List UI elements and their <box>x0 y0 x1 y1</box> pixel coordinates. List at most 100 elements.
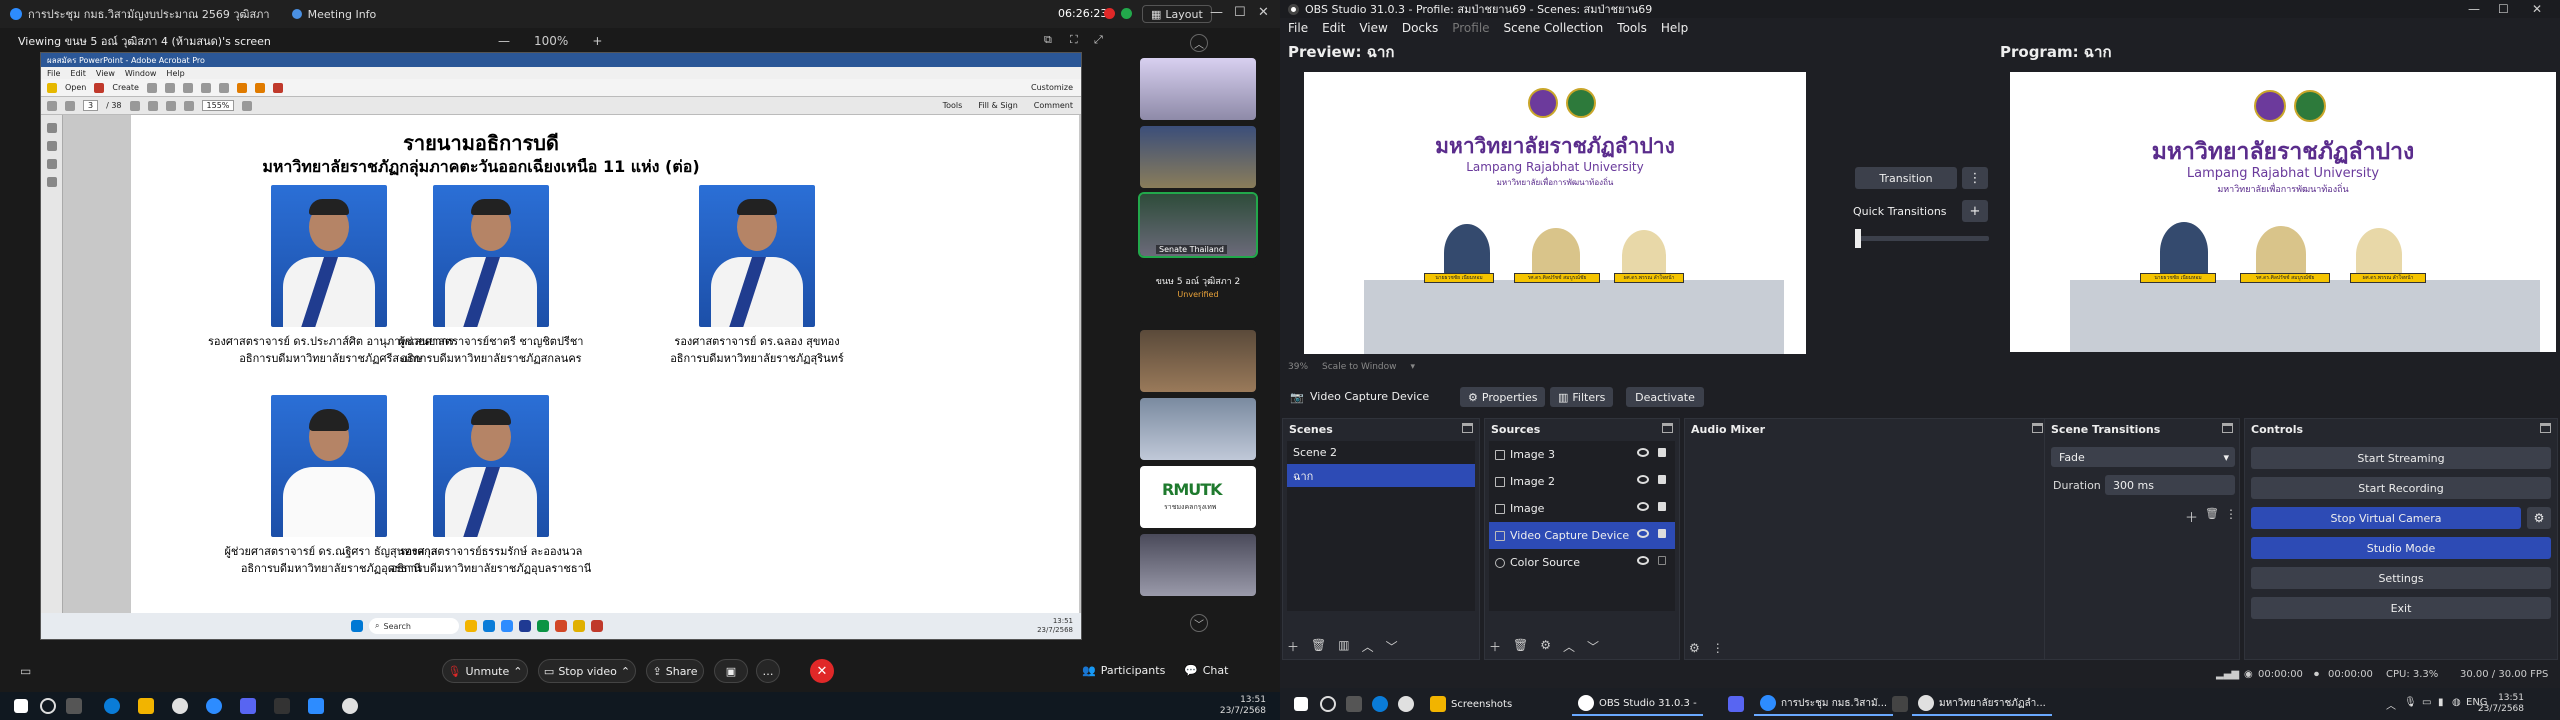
chat-button[interactable]: 💬 Chat <box>1184 664 1228 677</box>
zoom-level[interactable]: 100% <box>534 34 568 48</box>
add-icon[interactable]: ＋ <box>1489 638 1501 655</box>
transition-menu-button[interactable]: ⋮ <box>1962 167 1988 189</box>
chevron-down-icon[interactable]: ▾ <box>1410 362 1415 372</box>
close-icon[interactable]: ✕ <box>1258 5 1269 20</box>
minimize-icon[interactable]: — <box>1210 5 1223 20</box>
battery-icon[interactable]: ▮ <box>2438 697 2444 708</box>
scale-mode-select[interactable]: Scale to Window <box>1322 362 1396 372</box>
chrome-icon[interactable] <box>1398 696 1414 712</box>
video-tile[interactable] <box>1140 398 1256 460</box>
chrome-icon[interactable] <box>172 698 188 714</box>
acrobat-customize-button[interactable]: Customize <box>1031 83 1073 92</box>
apps-button[interactable]: ▣ <box>714 659 748 683</box>
video-tile[interactable] <box>1140 126 1256 188</box>
duration-input[interactable]: 300 ms <box>2105 475 2235 495</box>
task-view-icon[interactable] <box>66 698 82 714</box>
start-streaming-button[interactable]: Start Streaming <box>2251 447 2551 469</box>
recording-icon[interactable] <box>1104 8 1115 19</box>
app-icon[interactable] <box>274 698 290 714</box>
gear-icon[interactable] <box>218 82 229 93</box>
acrobat-comment-tab[interactable]: Comment <box>1034 101 1073 110</box>
zoom-in-button[interactable]: + <box>592 34 602 48</box>
video-tile[interactable] <box>1140 58 1256 120</box>
chat-bubble-icon[interactable]: ▭ <box>20 664 31 678</box>
source-item[interactable]: Image 3 <box>1489 441 1675 468</box>
email-icon[interactable] <box>182 82 193 93</box>
transition-slider-handle[interactable] <box>1855 229 1861 248</box>
acrobat-menu-window[interactable]: Window <box>125 69 157 78</box>
acrobat-create-button[interactable]: Create <box>112 83 139 92</box>
camera-tray-icon[interactable]: ▭ <box>2422 697 2431 708</box>
edit-icon[interactable] <box>200 82 211 93</box>
leave-button[interactable]: ✕ <box>810 659 834 683</box>
maximize-icon[interactable]: ☐ <box>1234 5 1246 20</box>
layout-button[interactable]: ▦ Layout <box>1142 5 1212 23</box>
filters-button[interactable]: ▥ Filters <box>1550 387 1614 407</box>
taskbar-screenshots[interactable]: Screenshots <box>1424 692 1518 716</box>
transition-type-select[interactable]: Fade ▾ <box>2051 447 2235 467</box>
more-vertical-icon[interactable]: ⋮ <box>2225 507 2237 521</box>
studio-mode-button[interactable]: Studio Mode <box>2251 537 2551 559</box>
lock-icon[interactable] <box>1658 475 1666 484</box>
menu-edit[interactable]: Edit <box>1322 21 1345 35</box>
menu-file[interactable]: File <box>1288 21 1308 35</box>
source-item-selected[interactable]: Video Capture Device <box>1489 522 1675 549</box>
participants-button[interactable]: 👥 Participants <box>1082 664 1165 677</box>
stamp-icon[interactable] <box>254 82 265 93</box>
chevron-down-icon[interactable]: ﹀ <box>1386 638 1398 655</box>
print-icon[interactable] <box>164 82 175 93</box>
edge-icon[interactable] <box>104 698 120 714</box>
scene-item[interactable]: Scene 2 <box>1287 441 1475 464</box>
add-icon[interactable]: ＋ <box>2185 507 2198 526</box>
stop-video-button[interactable]: ▭ Stop video ⌃ <box>538 659 636 683</box>
add-quick-transition-button[interactable]: + <box>1962 200 1988 222</box>
minimize-icon[interactable]: — <box>2468 2 2480 16</box>
exit-button[interactable]: Exit <box>2251 597 2551 619</box>
stop-virtual-camera-button[interactable]: Stop Virtual Camera <box>2251 507 2521 529</box>
search-icon[interactable] <box>1320 696 1336 712</box>
signature-icon[interactable] <box>46 177 57 187</box>
select-icon[interactable] <box>129 100 140 111</box>
folder-icon[interactable] <box>138 698 154 714</box>
next-page-icon[interactable] <box>65 100 75 111</box>
add-icon[interactable]: ＋ <box>1287 638 1299 655</box>
popout-icon[interactable] <box>1462 423 1473 433</box>
eye-icon[interactable] <box>1637 448 1649 457</box>
more-vertical-icon[interactable]: ⋮ <box>1712 641 1724 655</box>
attachment-icon[interactable] <box>46 159 57 169</box>
menu-tools[interactable]: Tools <box>1617 21 1647 35</box>
sign-icon[interactable] <box>272 82 283 93</box>
chevron-up-icon[interactable]: ︿ <box>1563 638 1575 655</box>
acrobat-fill-sign-tab[interactable]: Fill & Sign <box>978 101 1017 110</box>
virtual-camera-settings-button[interactable]: ⚙ <box>2527 507 2551 529</box>
zoom-in-icon[interactable] <box>183 100 194 111</box>
tray-chevron-icon[interactable]: ︿ <box>2386 697 2396 712</box>
zoom-out-icon[interactable] <box>165 100 176 111</box>
chrome-icon[interactable] <box>342 698 358 714</box>
filter-icon[interactable]: ▥ <box>1338 638 1349 655</box>
security-shield-icon[interactable] <box>1121 8 1132 19</box>
comment-icon[interactable] <box>236 82 247 93</box>
bookmark-icon[interactable] <box>46 141 57 151</box>
popout-icon[interactable] <box>2540 423 2551 433</box>
popout-icon[interactable] <box>2222 423 2233 433</box>
lock-icon[interactable] <box>1658 529 1666 538</box>
gallery-up-icon[interactable]: ︿ <box>1190 34 1208 52</box>
deactivate-button[interactable]: Deactivate <box>1626 387 1704 407</box>
properties-button[interactable]: ⚙ Properties <box>1460 387 1546 407</box>
popout-icon[interactable] <box>2032 423 2043 433</box>
taskbar-zoom[interactable]: การประชุม กมธ.วิสามั... <box>1754 692 1894 716</box>
eye-icon[interactable] <box>1637 529 1649 538</box>
source-item[interactable]: Color Source <box>1489 549 1675 576</box>
edge-icon[interactable] <box>1372 696 1388 712</box>
video-tile-off[interactable]: ขนษ 5 อณ์ วุฒิสภา 2 Unverified <box>1140 262 1256 324</box>
task-view-icon[interactable] <box>1346 696 1362 712</box>
menu-scene-collection[interactable]: Scene Collection <box>1504 21 1604 35</box>
source-item[interactable]: Image 2 <box>1489 468 1675 495</box>
video-tile[interactable] <box>1140 534 1256 596</box>
eye-icon[interactable] <box>1637 475 1649 484</box>
maximize-icon[interactable]: ☐ <box>2498 2 2509 16</box>
menu-docks[interactable]: Docks <box>1402 21 1438 35</box>
fullscreen-icon[interactable]: ⛶ <box>1070 33 1078 47</box>
zoom-percent-field[interactable]: 155% <box>201 100 235 111</box>
